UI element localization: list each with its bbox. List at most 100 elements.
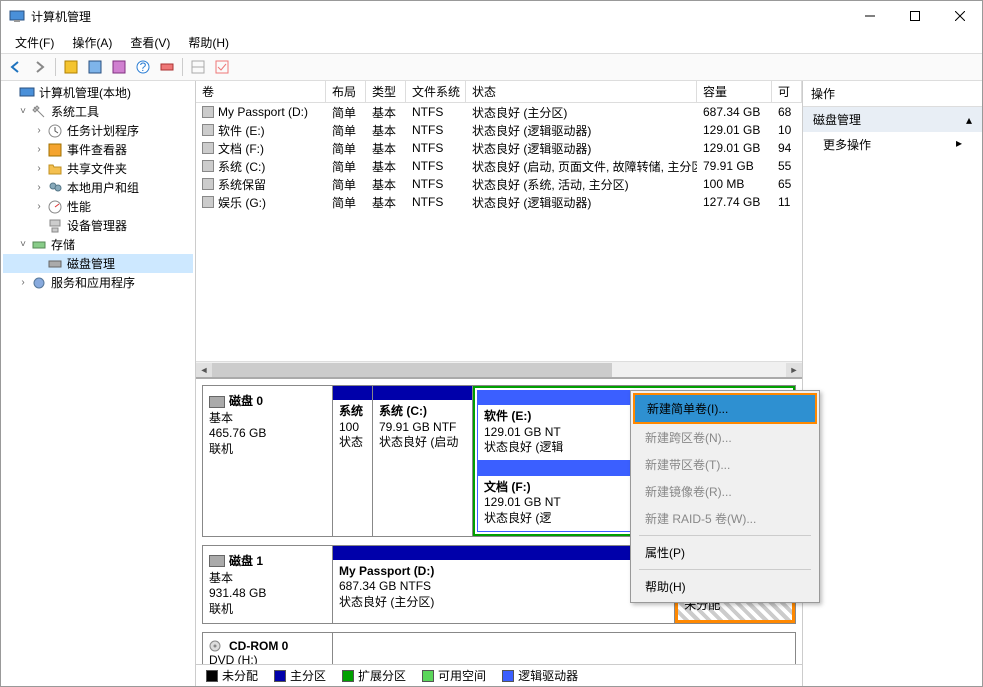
partition-reserved[interactable]: 系统 100 状态 (333, 386, 373, 536)
actions-section-label: 磁盘管理 (813, 111, 861, 128)
perf-icon (47, 199, 63, 215)
volume-status: 状态良好 (逻辑驱动器) (466, 121, 697, 140)
tree-system-tools[interactable]: ˅ 系统工具 (3, 102, 193, 121)
col-volume[interactable]: 卷 (196, 81, 326, 102)
disk0-type: 基本 (209, 409, 326, 426)
scroll-right-icon[interactable]: ► (786, 363, 802, 377)
volume-free: 55 (772, 158, 802, 174)
col-type[interactable]: 类型 (366, 81, 406, 102)
tree-label: 设备管理器 (67, 217, 127, 234)
volume-row[interactable]: 软件 (E:)简单基本NTFS状态良好 (逻辑驱动器)129.01 GB10 (196, 121, 802, 139)
volume-row[interactable]: 系统保留简单基本NTFS状态良好 (系统, 活动, 主分区)100 MB65 (196, 175, 802, 193)
maximize-button[interactable] (892, 1, 937, 31)
horizontal-scrollbar[interactable]: ◄ ► (196, 361, 802, 377)
volume-row[interactable]: 文档 (F:)简单基本NTFS状态良好 (逻辑驱动器)129.01 GB94 (196, 139, 802, 157)
ctx-new-simple-volume[interactable]: 新建简单卷(I)... (633, 393, 817, 424)
volume-icon (202, 106, 214, 118)
tree-device-manager[interactable]: › 设备管理器 (3, 216, 193, 235)
partition-c[interactable]: 系统 (C:) 79.91 GB NTF 状态良好 (启动 (373, 386, 473, 536)
menu-view[interactable]: 查看(V) (122, 32, 178, 53)
col-free[interactable]: 可 (772, 81, 802, 102)
volume-layout: 简单 (326, 193, 366, 212)
toolbar-icon[interactable] (211, 56, 233, 78)
volume-fs: NTFS (406, 194, 466, 210)
cdrom-info[interactable]: CD-ROM 0 DVD (H:) (203, 633, 333, 664)
volume-layout: 简单 (326, 157, 366, 176)
menu-file[interactable]: 文件(F) (7, 32, 62, 53)
tree-event-viewer[interactable]: › 事件查看器 (3, 140, 193, 159)
actions-section[interactable]: 磁盘管理 ▴ (803, 107, 982, 132)
col-status[interactable]: 状态 (466, 81, 697, 102)
tree-shared-folders[interactable]: › 共享文件夹 (3, 159, 193, 178)
folder-icon (47, 161, 63, 177)
cdrom-sub: DVD (H:) (209, 653, 326, 664)
toolbar-icon[interactable] (84, 56, 106, 78)
tree-label: 计算机管理(本地) (39, 84, 131, 101)
volume-free: 94 (772, 140, 802, 156)
disk-icon (47, 256, 63, 272)
actions-pane: 操作 磁盘管理 ▴ 更多操作 ▸ (802, 81, 982, 686)
disk0-status: 联机 (209, 440, 326, 457)
volume-row[interactable]: 娱乐 (G:)简单基本NTFS状态良好 (逻辑驱动器)127.74 GB11 (196, 193, 802, 211)
col-capacity[interactable]: 容量 (697, 81, 772, 102)
ctx-new-striped-volume: 新建带区卷(T)... (633, 451, 817, 478)
volume-row[interactable]: My Passport (D:)简单基本NTFS状态良好 (主分区)687.34… (196, 103, 802, 121)
scroll-thumb[interactable] (212, 363, 612, 377)
scroll-left-icon[interactable]: ◄ (196, 363, 212, 377)
tree-label: 存储 (51, 236, 75, 253)
close-button[interactable] (937, 1, 982, 31)
disk1-type: 基本 (209, 569, 326, 586)
partition-e[interactable]: 软件 (E:) 129.01 GB NT 状态良好 (逻辑 (477, 390, 634, 461)
tree-disk-management[interactable]: › 磁盘管理 (3, 254, 193, 273)
minimize-button[interactable] (847, 1, 892, 31)
disk0-info[interactable]: 磁盘 0 基本 465.76 GB 联机 (203, 386, 333, 536)
disk1-info[interactable]: 磁盘 1 基本 931.48 GB 联机 (203, 546, 333, 623)
computer-icon (19, 85, 35, 101)
tree-root[interactable]: ▸ 计算机管理(本地) (3, 83, 193, 102)
legend-extended: 扩展分区 (358, 667, 406, 684)
tree-services-apps[interactable]: › 服务和应用程序 (3, 273, 193, 292)
toolbar-icon[interactable] (108, 56, 130, 78)
disk-icon (209, 555, 225, 567)
toolbar: ? (1, 53, 982, 81)
svg-text:?: ? (140, 60, 147, 74)
tree-label: 共享文件夹 (67, 160, 127, 177)
cdrom-title: CD-ROM 0 (229, 639, 288, 653)
volume-fs: NTFS (406, 140, 466, 156)
actions-more[interactable]: 更多操作 ▸ (803, 132, 982, 157)
tree-label: 本地用户和组 (67, 179, 139, 196)
tools-icon (31, 104, 47, 120)
col-filesystem[interactable]: 文件系统 (406, 81, 466, 102)
partition-f[interactable]: 文档 (F:) 129.01 GB NT 状态良好 (逻 (477, 461, 634, 532)
disk0-title: 磁盘 0 (229, 394, 263, 408)
col-layout[interactable]: 布局 (326, 81, 366, 102)
tree-storage[interactable]: ˅ 存储 (3, 235, 193, 254)
volume-status: 状态良好 (逻辑驱动器) (466, 139, 697, 158)
help-button[interactable]: ? (132, 56, 154, 78)
ctx-new-mirror-volume: 新建镜像卷(R)... (633, 478, 817, 505)
volume-fs: NTFS (406, 104, 466, 120)
ctx-properties[interactable]: 属性(P) (633, 539, 817, 566)
disk1-status: 联机 (209, 600, 326, 617)
volume-name: 文档 (F:) (218, 140, 264, 157)
ctx-help[interactable]: 帮助(H) (633, 573, 817, 600)
back-button[interactable] (5, 56, 27, 78)
menu-help[interactable]: 帮助(H) (180, 32, 237, 53)
volume-row[interactable]: 系统 (C:)简单基本NTFS状态良好 (启动, 页面文件, 故障转储, 主分区… (196, 157, 802, 175)
tree-performance[interactable]: › 性能 (3, 197, 193, 216)
volume-icon (202, 124, 214, 136)
disk-row-cdrom: CD-ROM 0 DVD (H:) (202, 632, 796, 664)
tree-task-scheduler[interactable]: › 任务计划程序 (3, 121, 193, 140)
partition-d[interactable]: My Passport (D:) 687.34 GB NTFS 状态良好 (主分… (333, 546, 675, 623)
toolbar-icon[interactable] (60, 56, 82, 78)
tree-pane: ▸ 计算机管理(本地) ˅ 系统工具 › 任务计划程序 › 事件查看器 › (1, 81, 196, 686)
volume-icon (202, 178, 214, 190)
tree-local-users[interactable]: › 本地用户和组 (3, 178, 193, 197)
menu-action[interactable]: 操作(A) (64, 32, 120, 53)
toolbar-icon[interactable] (187, 56, 209, 78)
cdrom-icon (209, 639, 229, 653)
forward-button[interactable] (29, 56, 51, 78)
toolbar-icon[interactable] (156, 56, 178, 78)
volume-capacity: 100 MB (697, 176, 772, 192)
volume-name: 软件 (E:) (218, 122, 265, 139)
